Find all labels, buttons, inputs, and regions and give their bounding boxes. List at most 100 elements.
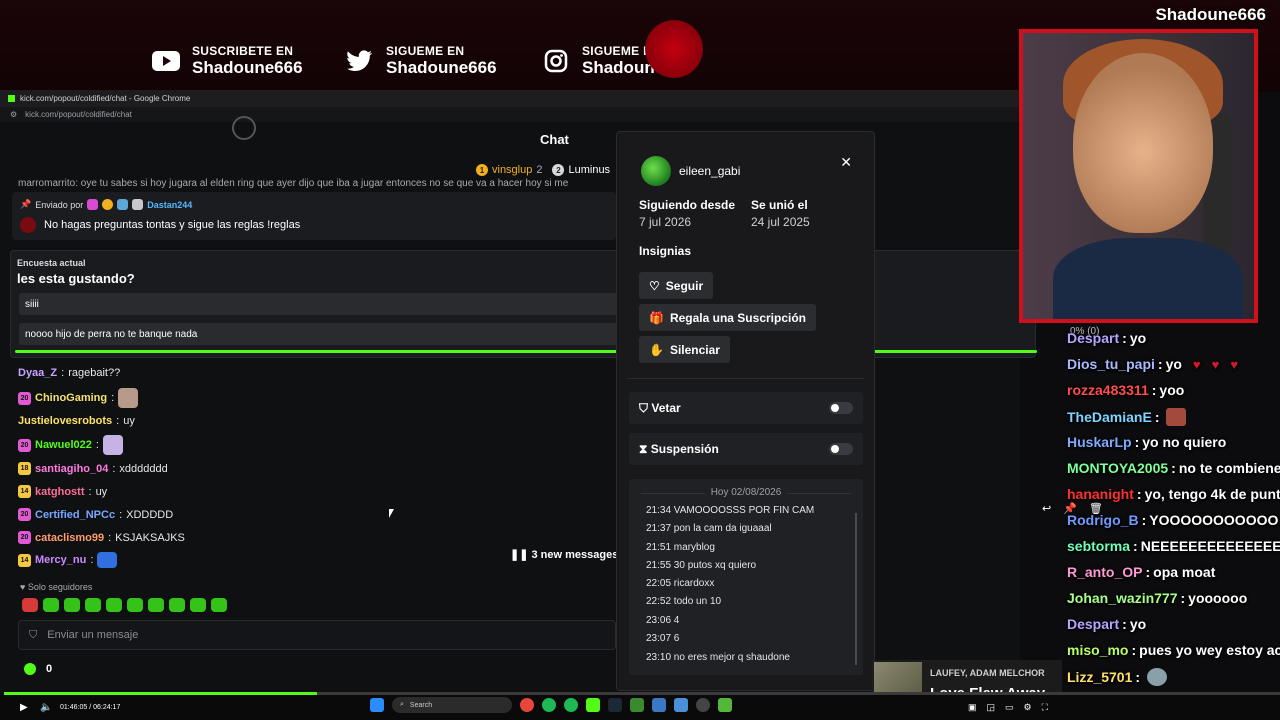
play-icon[interactable]: ▶ <box>20 702 28 713</box>
chrome-address-bar[interactable]: ⚙ kick.com/popout/coldified/chat <box>0 107 1020 122</box>
fullscreen-icon[interactable]: ⛶ <box>1042 702 1048 713</box>
chat-username[interactable]: ChinoGaming <box>35 392 107 404</box>
chat-username[interactable]: katghostt <box>35 486 85 498</box>
windows-start-icon[interactable] <box>370 698 384 712</box>
emote-button[interactable] <box>169 598 185 612</box>
pause-icon: ❚❚ <box>510 549 529 561</box>
gold-badge-icon: 1 <box>476 164 488 176</box>
overlay-chat-line: Johan_wazin777: yoooooo <box>1067 590 1248 606</box>
ban-row: ⛉ Vetar <box>629 392 863 424</box>
gift-sub-button[interactable]: 🎁 Regala una Suscripción <box>639 304 816 331</box>
window-title: kick.com/popout/coldified/chat - Google … <box>20 94 191 103</box>
spotify-alt-icon[interactable] <box>564 698 578 712</box>
chat-username[interactable]: santiagiho_04 <box>35 463 108 475</box>
address-url[interactable]: kick.com/popout/coldified/chat <box>25 110 132 119</box>
folder-icon[interactable] <box>718 698 732 712</box>
theater-icon[interactable]: ▭ <box>1005 702 1014 713</box>
message-input[interactable]: ⛉ Enviar un mensaje <box>18 620 616 650</box>
current-poll: Encuesta actual les esta gustando? siiii… <box>10 250 1037 358</box>
overlay-chat-line: sebtorma: NEEEEEEEEEEEEEEE <box>1067 538 1280 554</box>
site-settings-icon[interactable]: ⚙ <box>10 110 17 119</box>
history-item: 21:34 VAMOOOOSSS POR FIN CAM <box>646 505 815 516</box>
sub-badge-icon: 20 <box>18 391 31 405</box>
emote-button[interactable] <box>106 598 122 612</box>
chat-text: XDDDDD <box>126 508 174 521</box>
truncated-message: marromarrito: oye tu sabes si hoy jugara… <box>18 178 569 188</box>
heart-emote-icon: ♥ <box>1230 356 1239 372</box>
chat-username[interactable]: Mercy_nu <box>35 554 86 566</box>
sub-badge-icon: 20 <box>18 508 31 521</box>
emote-button[interactable] <box>85 598 101 612</box>
streamer-overlay-name: Shadoune666 <box>1155 5 1266 24</box>
pinned-sender[interactable]: Dastan244 <box>147 200 192 210</box>
history-date: Hoy 02/08/2026 <box>629 487 863 498</box>
spotify-icon[interactable] <box>542 698 556 712</box>
sub-badge-icon: 14 <box>18 485 31 498</box>
sub-badge-icon: 14 <box>18 553 31 567</box>
poll-option-1[interactable]: siiii <box>19 293 617 315</box>
timeout-toggle[interactable] <box>829 443 853 455</box>
instagram-icon <box>542 47 570 75</box>
chat-username[interactable]: cataclismo99 <box>35 532 104 544</box>
emote-button[interactable] <box>127 598 143 612</box>
chat-username[interactable]: Certified_NPCc <box>35 509 115 521</box>
history-item: 23:07 6 <box>646 633 680 644</box>
pin-icon[interactable]: 📌 <box>1063 502 1077 515</box>
ghost-emote-icon <box>102 435 123 455</box>
history-scrollbar[interactable] <box>855 513 857 665</box>
top-gifter-1[interactable]: 1 vinsglup 2 <box>476 164 542 176</box>
emote-button[interactable] <box>64 598 80 612</box>
obs-icon[interactable] <box>696 698 710 712</box>
app-icon[interactable] <box>652 698 666 712</box>
emote-button[interactable] <box>211 598 227 612</box>
mute-button[interactable]: ✋ Silenciar <box>639 336 730 363</box>
ban-toggle[interactable] <box>829 402 853 414</box>
face-emote-icon <box>1166 408 1187 426</box>
overlay-chat-line: hananight: yo, tengo 4k de punto <box>1067 486 1280 502</box>
streamer-webcam <box>1019 29 1258 323</box>
pinned-message: 📌 Enviado por Dastan244 No hagas pregunt… <box>12 192 616 240</box>
emote-button[interactable] <box>148 598 164 612</box>
volume-icon[interactable]: 🔈 <box>40 702 52 713</box>
close-icon[interactable]: ✕ <box>840 154 852 171</box>
chat-username[interactable]: Justielovesrobots <box>18 415 112 427</box>
follow-button[interactable]: ♡ Seguir <box>639 272 714 299</box>
kick-icon[interactable] <box>586 698 600 712</box>
history-item: 21:55 30 putos xq quiero <box>646 560 757 571</box>
chat-text: KSJAKSAJKS <box>115 531 185 544</box>
silver-badge-icon: 2 <box>552 164 565 176</box>
windows-taskbar: ⌕ Search <box>370 697 732 713</box>
minecraft-icon[interactable] <box>630 698 644 712</box>
quick-emote-row <box>22 598 227 612</box>
chat-username[interactable]: Dyaa_Z <box>18 367 57 379</box>
user-card-username[interactable]: eileen_gabi <box>679 164 740 178</box>
streamer-face <box>1073 53 1213 233</box>
emote-button[interactable] <box>190 598 206 612</box>
captions-icon[interactable]: ▣ <box>968 702 977 713</box>
chrome-icon[interactable] <box>520 698 534 712</box>
following-since-label: Siguiendo desde <box>639 198 736 212</box>
trash-icon[interactable]: 🗑 <box>1089 502 1103 515</box>
taskbar-search[interactable]: ⌕ Search <box>392 697 512 713</box>
emote-button[interactable] <box>22 598 38 612</box>
mute-button-label: Silenciar <box>669 342 720 357</box>
pip-icon[interactable]: ◲ <box>987 702 996 713</box>
gift-sub-label: Regala una Suscripción <box>669 310 806 325</box>
search-icon: ⌕ <box>400 701 404 708</box>
new-messages-button[interactable]: ❚❚ 3 new messages ↓ <box>510 548 627 561</box>
followers-only-notice: ♥ Solo seguidores <box>20 582 92 592</box>
taskbar-search-label: Search <box>409 701 433 709</box>
poll-option-2[interactable]: noooo hijo de perra no te banque nada <box>19 323 617 345</box>
document-icon[interactable] <box>674 698 688 712</box>
kicks-balance[interactable]: 0 <box>24 663 52 675</box>
top-gifter-2[interactable]: 2 Luminus <box>552 164 610 176</box>
joined-label: Se unió el <box>751 198 808 212</box>
chat-username[interactable]: Nawuel022 <box>35 439 92 451</box>
emote-button[interactable] <box>43 598 59 612</box>
new-messages-label: 3 new messages <box>531 549 619 561</box>
steam-icon[interactable] <box>608 698 622 712</box>
settings-icon[interactable]: ⚙ <box>1024 702 1032 713</box>
sender-avatar <box>20 217 36 233</box>
youtube-social: SUSCRIBETE EN Shadoune666 <box>152 44 303 78</box>
reply-icon[interactable]: ↩ <box>1042 502 1051 515</box>
